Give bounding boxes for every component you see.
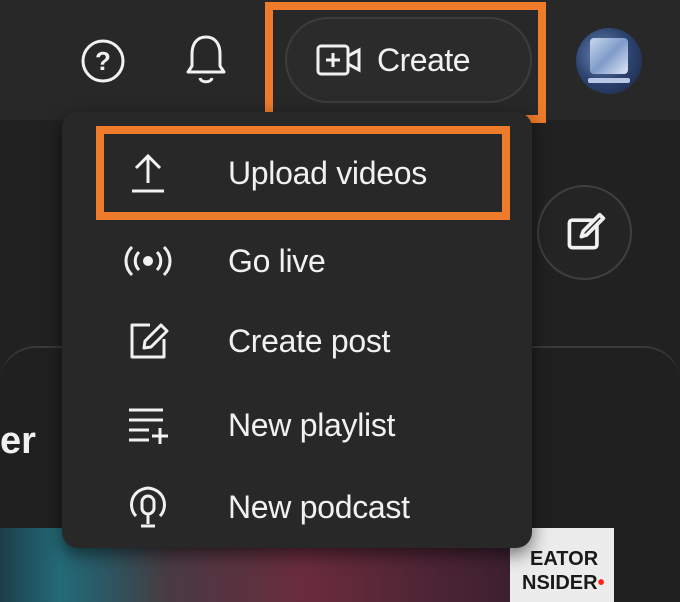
create-video-icon [316, 44, 361, 76]
create-label: Create [377, 41, 471, 78]
help-icon[interactable]: ? [80, 38, 126, 84]
menu-item-new-playlist[interactable]: New playlist [62, 385, 532, 465]
edit-icon [567, 212, 605, 249]
avatar-image [588, 78, 630, 83]
notifications-bell-icon[interactable] [178, 30, 234, 90]
menu-item-create-post[interactable]: Create post [62, 301, 532, 381]
menu-item-upload-videos[interactable]: Upload videos [62, 133, 532, 213]
thumbnail-text-label: NSIDER [522, 572, 598, 594]
svg-text:?: ? [95, 46, 111, 76]
menu-item-new-podcast[interactable]: New podcast [62, 467, 532, 547]
upload-icon [122, 147, 174, 199]
edit-post-icon [122, 315, 174, 367]
create-button[interactable]: Create [285, 17, 532, 103]
broadcast-icon [122, 235, 174, 287]
thumbnail-text: NSIDER• [522, 572, 605, 595]
edit-button[interactable] [537, 185, 632, 280]
playlist-add-icon [122, 399, 174, 451]
menu-item-label: Go live [228, 242, 326, 279]
thumbnail-text: EATOR [530, 548, 599, 570]
podcast-icon [122, 481, 174, 533]
menu-item-label: Create post [228, 322, 391, 359]
menu-item-label: New podcast [228, 488, 410, 525]
menu-item-label: Upload videos [228, 154, 427, 191]
red-dot: • [597, 572, 605, 594]
menu-item-go-live[interactable]: Go live [62, 221, 532, 301]
section-title-partial: er [0, 420, 36, 462]
avatar-image [590, 38, 628, 74]
avatar[interactable] [576, 28, 642, 94]
menu-item-label: New playlist [228, 406, 396, 443]
